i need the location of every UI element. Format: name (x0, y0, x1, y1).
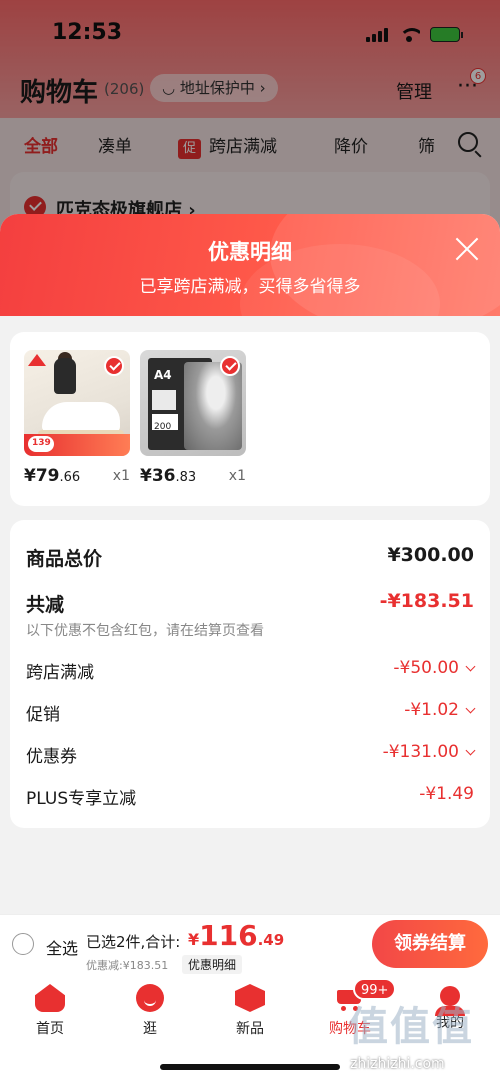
product-checkbox[interactable] (220, 356, 240, 376)
paper-count-label: 200 (152, 414, 178, 432)
discount-label: 优惠券 (26, 747, 77, 767)
product-item[interactable]: A4 200 ¥36.83 x1 (140, 350, 246, 486)
total-price-label: 商品总价 (26, 548, 103, 570)
new-products-icon (235, 984, 265, 1012)
discount-value: -¥1.02 (404, 700, 476, 720)
selection-summary: 已选2件,合计: (86, 933, 181, 951)
product-price: ¥79.66 (24, 466, 81, 486)
discount-value: -¥131.00 (383, 742, 476, 762)
bottom-nav: 首页 逛 新品 购物车 99+ 我的 值值值 zhizhizhi.com (0, 974, 500, 1082)
selected-products-card: 139 ¥79.66 x1 A4 200 ¥36.83 x1 (10, 332, 490, 506)
nav-label: 新品 (236, 1021, 264, 1037)
reduce-note: 以下优惠不包含红包，请在结算页查看 (26, 623, 264, 639)
discount-label: 跨店满减 (26, 663, 94, 683)
checkout-bar: 全选 已选2件,合计: ¥116.49 优惠减:¥183.51 优惠明细 领券结… (0, 914, 500, 974)
nav-label: 逛 (143, 1021, 157, 1037)
reduced-amount: 优惠减:¥183.51 (86, 959, 169, 972)
sheet-subtitle: 已享跨店满减，买得多省得多 (139, 277, 361, 297)
sheet-header: 优惠明细 已享跨店满减，买得多省得多 (0, 214, 500, 316)
home-icon (35, 984, 65, 1012)
product-image-sketch-paper: A4 200 (140, 350, 246, 456)
discount-value: -¥1.49 (419, 784, 474, 804)
chevron-down-icon (465, 661, 476, 672)
discount-value: -¥50.00 (393, 658, 476, 678)
select-all-checkbox[interactable] (12, 933, 34, 955)
total-price-value: ¥300.00 (387, 544, 474, 566)
checkout-button[interactable]: 领券结算 (372, 920, 488, 968)
nav-home[interactable]: 首页 (10, 984, 90, 1038)
total-reduce-label: 共减 (26, 594, 65, 616)
product-quantity: x1 (112, 468, 130, 484)
discount-detail-sheet: 优惠明细 已享跨店满减，买得多省得多 139 ¥79.66 x1 A4 200 … (0, 214, 500, 914)
product-price: ¥36.83 (140, 466, 197, 486)
product-image-sneaker: 139 (24, 350, 130, 456)
total-amount: ¥116.49 (188, 919, 285, 952)
total-reduce-value: -¥183.51 (379, 590, 474, 612)
home-indicator[interactable] (160, 1064, 340, 1070)
chevron-down-icon (465, 745, 476, 756)
stroll-icon (136, 984, 164, 1012)
close-icon[interactable] (454, 236, 480, 262)
select-all-label[interactable]: 全选 (46, 935, 78, 959)
product-item[interactable]: 139 ¥79.66 x1 (24, 350, 130, 486)
watermark-url: zhizhizhi.com (350, 1056, 445, 1072)
nav-new[interactable]: 新品 (210, 984, 290, 1038)
paper-label (152, 390, 176, 410)
discount-detail-link[interactable]: 优惠明细 (182, 955, 243, 974)
tag-price: 139 (32, 438, 51, 448)
chevron-down-icon (465, 703, 476, 714)
sneaker-illustration (42, 402, 120, 432)
product-quantity: x1 (228, 468, 246, 484)
watermark-logo-mark: 值值值 (348, 1004, 474, 1050)
brand-logo-icon (28, 354, 46, 366)
price-tag-banner: 139 (24, 434, 130, 456)
model-figure (54, 358, 76, 394)
watermark-logo: 值值值 (348, 994, 488, 1054)
discount-label: PLUS专享立减 (26, 789, 137, 809)
nav-stroll[interactable]: 逛 (110, 984, 190, 1038)
product-checkbox[interactable] (104, 356, 124, 376)
price-detail-card: 商品总价 ¥300.00 共减 -¥183.51 以下优惠不包含红包，请在结算页… (10, 520, 490, 828)
nav-label: 首页 (36, 1021, 64, 1037)
sheet-title: 优惠明细 (208, 240, 292, 264)
paper-size-label: A4 (154, 368, 172, 382)
discount-label: 促销 (26, 705, 60, 725)
